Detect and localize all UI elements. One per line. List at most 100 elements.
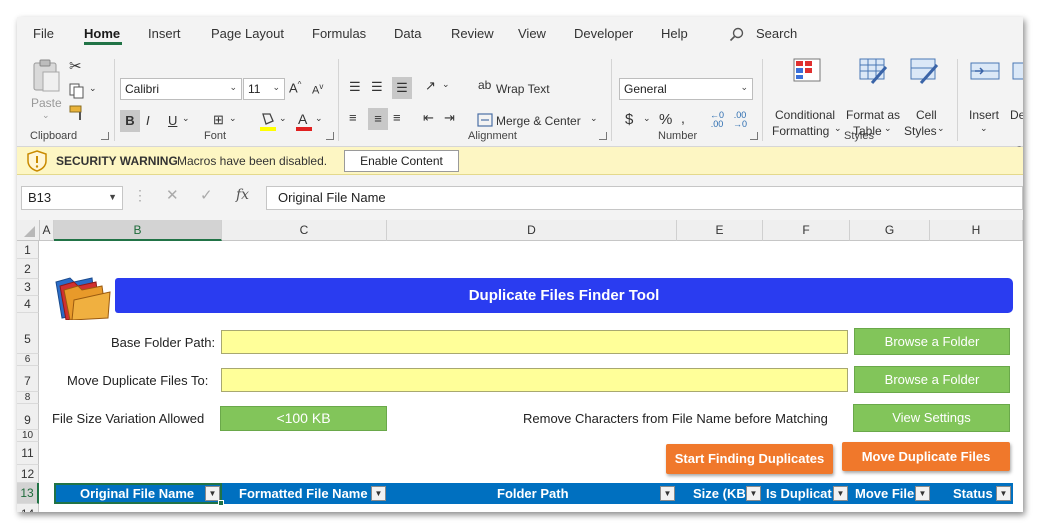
filter-dropdown-icon[interactable]: ▼ — [996, 486, 1011, 501]
merge-center-icon[interactable] — [477, 113, 493, 127]
format-painter-icon[interactable] — [69, 105, 87, 121]
column-header-g[interactable]: G — [850, 220, 930, 241]
row-header-14[interactable]: 14 — [17, 504, 39, 512]
fill-color-icon[interactable] — [259, 110, 277, 132]
conditional-dropdown-icon[interactable]: ⌄ — [834, 123, 842, 134]
cell-styles-label-2[interactable]: Styles — [904, 124, 937, 138]
format-table-dropdown-icon[interactable]: ⌄ — [884, 123, 892, 134]
delete-cells-icon[interactable] — [1011, 59, 1023, 83]
clipboard-launcher-icon[interactable] — [101, 132, 109, 140]
orientation-dropdown-icon[interactable]: ⌄ — [442, 79, 450, 90]
number-launcher-icon[interactable] — [750, 132, 758, 140]
view-settings-button[interactable]: View Settings — [853, 404, 1010, 432]
cancel-icon[interactable]: ✕ — [166, 186, 179, 204]
wrap-text-button[interactable]: Wrap Text — [496, 82, 550, 96]
decrease-decimal-icon[interactable]: .00 →0 — [733, 111, 747, 129]
column-header-d[interactable]: D — [387, 220, 677, 241]
shrink-font-icon[interactable]: Av — [312, 82, 323, 97]
cut-icon[interactable]: ✂ — [69, 57, 82, 75]
align-center-icon[interactable]: ≡ — [368, 108, 388, 130]
search-label[interactable]: Search — [756, 26, 797, 41]
tab-developer[interactable]: Developer — [574, 26, 633, 41]
row-header-8[interactable]: 8 — [17, 392, 39, 404]
filter-dropdown-icon[interactable]: ▼ — [660, 486, 675, 501]
filter-dropdown-icon[interactable]: ▼ — [915, 486, 930, 501]
row-header-4[interactable]: 4 — [17, 296, 39, 313]
number-format-select[interactable]: General ⌄ — [619, 78, 753, 100]
cell-styles-label-1[interactable]: Cell — [916, 108, 937, 122]
copy-icon[interactable] — [69, 83, 85, 99]
percent-button[interactable]: % — [659, 111, 672, 128]
font-color-icon[interactable]: A — [295, 110, 313, 132]
formula-input[interactable]: Original File Name — [266, 186, 1023, 210]
row-header-10[interactable]: 10 — [17, 430, 39, 442]
borders-dropdown-icon[interactable]: ⌄ — [229, 113, 237, 124]
paste-icon[interactable] — [31, 58, 61, 92]
font-color-dropdown-icon[interactable]: ⌄ — [315, 113, 323, 124]
row-header-2[interactable]: 2 — [17, 259, 39, 279]
select-all-corner[interactable] — [17, 220, 40, 241]
align-right-icon[interactable]: ≡ — [393, 110, 401, 125]
format-table-label-1[interactable]: Format as — [846, 108, 900, 122]
browse-folder-button-1[interactable]: Browse a Folder — [854, 328, 1010, 355]
tab-help[interactable]: Help — [661, 26, 688, 41]
column-header-e[interactable]: E — [677, 220, 763, 241]
search-icon[interactable] — [729, 27, 744, 42]
enter-icon[interactable]: ✓ — [200, 186, 213, 204]
select-all-icon[interactable] — [17, 220, 39, 241]
column-header-h[interactable]: H — [930, 220, 1023, 241]
orientation-icon[interactable]: ↗ — [425, 78, 436, 94]
more-options-icon[interactable]: ⋮ — [133, 187, 147, 204]
insert-dropdown-icon[interactable]: ⌄ — [980, 123, 988, 134]
conditional-formatting-icon[interactable] — [792, 57, 822, 83]
tab-file[interactable]: File — [33, 26, 54, 41]
italic-button[interactable]: I — [146, 113, 150, 128]
tab-review[interactable]: Review — [451, 26, 494, 41]
underline-button[interactable]: U — [168, 113, 177, 128]
fill-color-dropdown-icon[interactable]: ⌄ — [279, 113, 287, 124]
filter-dropdown-icon[interactable]: ▼ — [746, 486, 761, 501]
align-top-icon[interactable]: ☰ — [349, 79, 361, 95]
align-bottom-icon[interactable]: ☰ — [392, 77, 412, 99]
row-header-7[interactable]: 7 — [17, 366, 39, 392]
paste-dropdown-icon[interactable]: ⌄ — [42, 110, 50, 121]
merge-dropdown-icon[interactable]: ⌄ — [590, 113, 598, 124]
tab-page-layout[interactable]: Page Layout — [211, 26, 284, 41]
file-size-value[interactable]: <100 KB — [220, 406, 387, 431]
column-header-b[interactable]: B — [54, 220, 222, 241]
borders-icon[interactable]: ⊞ — [213, 112, 224, 128]
comma-style-icon[interactable]: , — [681, 110, 685, 126]
row-header-11[interactable]: 11 — [17, 442, 39, 465]
cell-styles-dropdown-icon[interactable]: ⌄ — [937, 123, 945, 134]
start-finding-button[interactable]: Start Finding Duplicates — [666, 444, 833, 474]
tab-formulas[interactable]: Formulas — [312, 26, 366, 41]
row-header-9[interactable]: 9 — [17, 404, 39, 430]
browse-folder-button-2[interactable]: Browse a Folder — [854, 366, 1010, 393]
fill-handle[interactable] — [218, 500, 224, 506]
move-duplicates-input[interactable] — [221, 368, 848, 392]
font-size-select[interactable]: 11 ⌄ — [243, 78, 285, 100]
move-duplicates-button[interactable]: Move Duplicate Files — [842, 442, 1010, 471]
row-header-5[interactable]: 5 — [17, 313, 39, 354]
underline-dropdown-icon[interactable]: ⌄ — [182, 113, 190, 124]
grow-font-icon[interactable]: A^ — [289, 80, 301, 95]
name-box[interactable]: B13 ▼ — [21, 186, 123, 210]
currency-dropdown-icon[interactable]: ⌄ — [643, 113, 651, 124]
cell-styles-icon[interactable] — [909, 57, 939, 85]
filter-dropdown-icon[interactable]: ▼ — [371, 486, 386, 501]
row-header-3[interactable]: 3 — [17, 279, 39, 296]
tab-data[interactable]: Data — [394, 26, 421, 41]
currency-button[interactable]: $ — [625, 111, 633, 128]
row-header-6[interactable]: 6 — [17, 354, 39, 366]
font-launcher-icon[interactable] — [326, 132, 334, 140]
conditional-formatting-label-1[interactable]: Conditional — [775, 108, 835, 122]
increase-indent-icon[interactable]: ⇥ — [444, 110, 455, 126]
merge-center-button[interactable]: Merge & Center — [496, 114, 581, 128]
wrap-text-icon[interactable]: ab — [478, 78, 491, 92]
increase-decimal-icon[interactable]: ←0.00 — [710, 111, 724, 129]
conditional-formatting-label-2[interactable]: Formatting — [772, 124, 829, 138]
format-as-table-icon[interactable] — [858, 57, 888, 85]
align-left-icon[interactable]: ≡ — [349, 110, 357, 125]
bold-button[interactable]: B — [120, 110, 140, 132]
decrease-indent-icon[interactable]: ⇤ — [423, 110, 434, 126]
